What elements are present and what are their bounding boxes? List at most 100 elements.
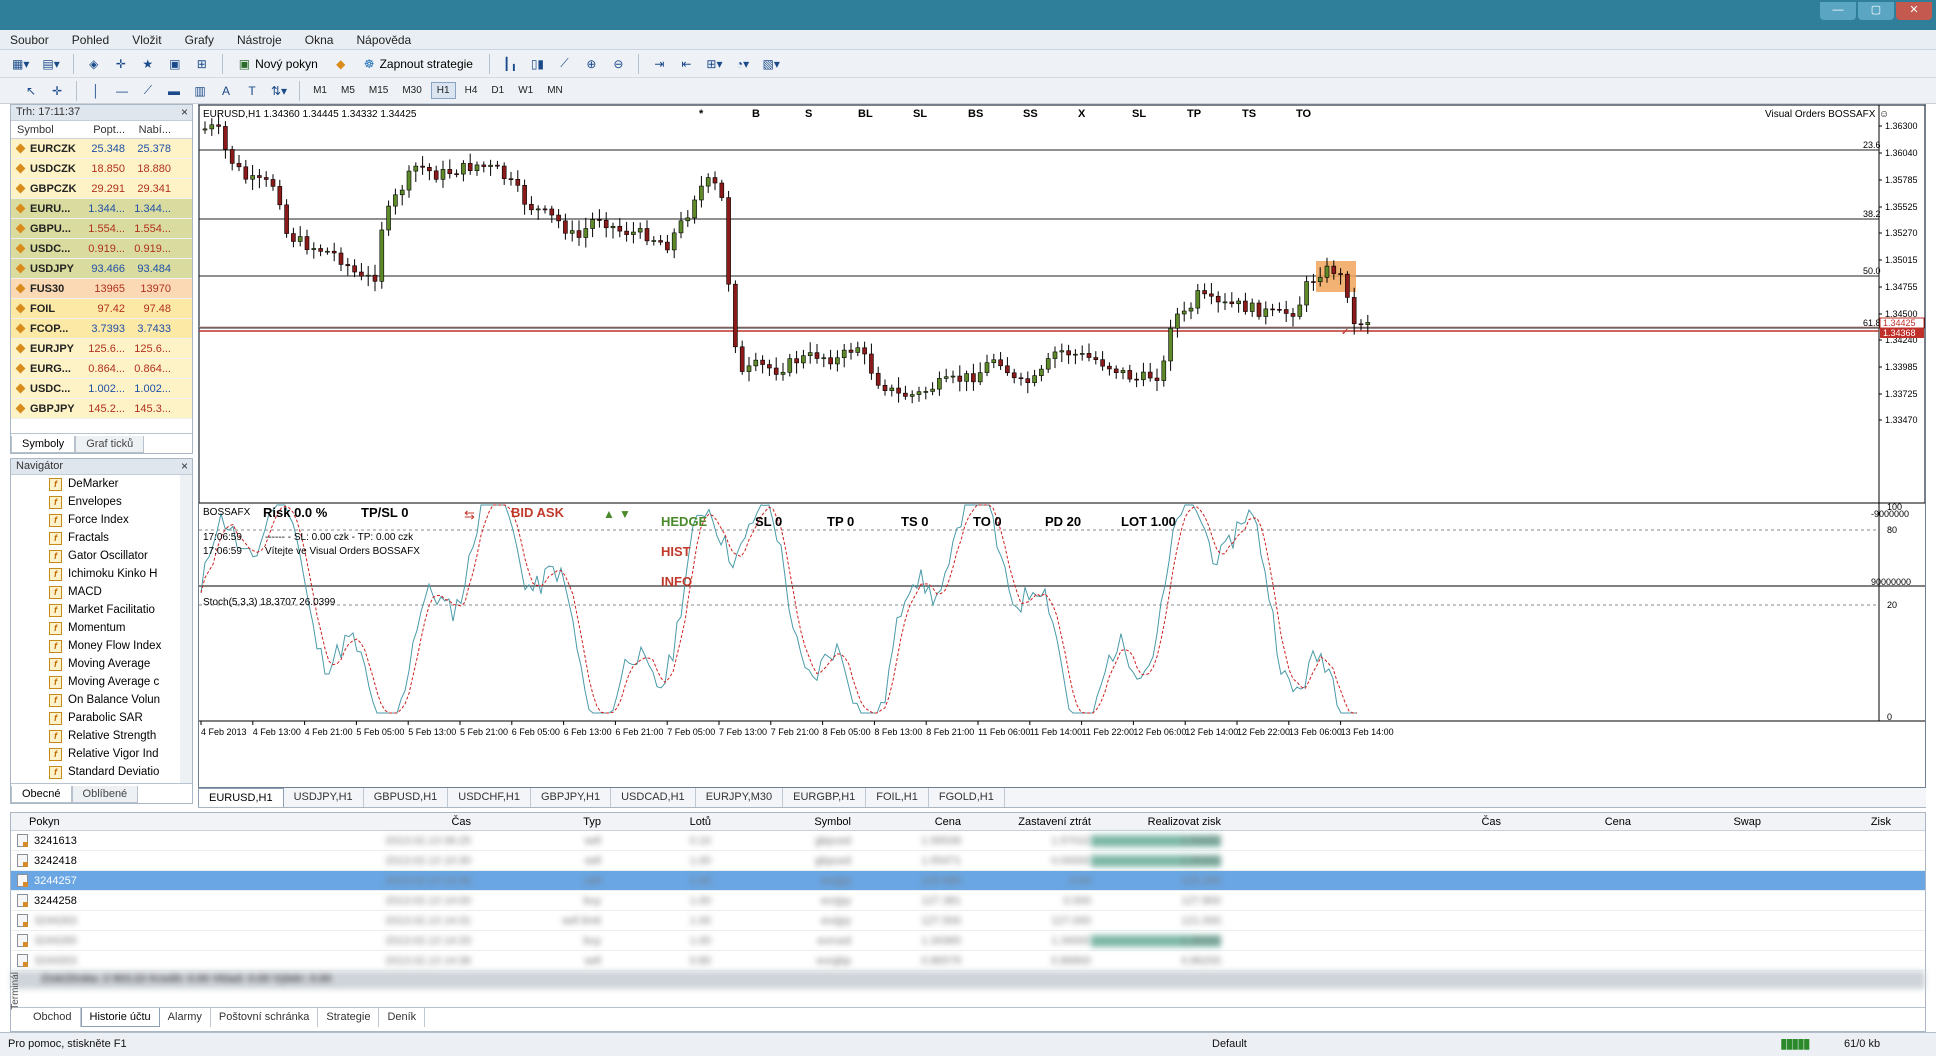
terminal-row[interactable]: 3244263 2013.02.13 14:31 sell limit 1.00 eur… bbox=[11, 911, 1925, 931]
chart-tab[interactable]: EURGBP,H1 bbox=[783, 788, 867, 807]
tf-m1[interactable]: M1 bbox=[308, 83, 332, 98]
cursor-icon[interactable]: ↖ bbox=[20, 80, 42, 102]
chart-tab[interactable]: GBPUSD,H1 bbox=[364, 788, 449, 807]
to-value[interactable]: TO 0 bbox=[973, 514, 1002, 529]
terminal-row[interactable]: 3244265 2013.02.13 14:33 buy 1.00 eurusd 1.34… bbox=[11, 931, 1925, 951]
switch-icon[interactable]: ⇆ bbox=[464, 507, 475, 523]
market-watch-row[interactable]: USDJPY 93.466 93.484 bbox=[11, 259, 192, 279]
data-window-icon[interactable]: ✛ bbox=[110, 53, 132, 75]
new-order-button[interactable]: ▣ Nový pokyn bbox=[232, 53, 325, 75]
terminal-tab[interactable]: Alarmy bbox=[160, 1008, 211, 1027]
metaeditor-icon[interactable]: ◆ bbox=[330, 53, 352, 75]
order-panel-button[interactable]: TP bbox=[1187, 108, 1203, 120]
navigator-indicator-item[interactable]: f On Balance Volun bbox=[11, 691, 180, 709]
tab-symbols[interactable]: Symboly bbox=[11, 436, 76, 453]
market-watch-row[interactable]: FCOP... 3.7393 3.7433 bbox=[11, 319, 192, 339]
periods-icon[interactable]: ◔▾ bbox=[732, 53, 754, 75]
terminal-tab[interactable]: Historie účtu bbox=[80, 1008, 160, 1027]
profiles-icon[interactable]: ▤▾ bbox=[38, 53, 63, 75]
chart-tab[interactable]: EURJPY,M30 bbox=[696, 788, 784, 807]
menu-view[interactable]: Pohled bbox=[62, 30, 119, 50]
col-order[interactable]: Pokyn bbox=[11, 816, 171, 828]
tf-d1[interactable]: D1 bbox=[486, 83, 509, 98]
arrow-down-icon[interactable]: ▼ bbox=[619, 507, 631, 521]
market-watch-row[interactable]: EURJPY 125.6... 125.6... bbox=[11, 339, 192, 359]
tf-w1[interactable]: W1 bbox=[513, 83, 538, 98]
tab-general[interactable]: Obecné bbox=[11, 786, 72, 803]
market-watch-row[interactable]: EURCZK 25.348 25.378 bbox=[11, 139, 192, 159]
fibonacci-icon[interactable]: ▥ bbox=[189, 80, 211, 102]
market-watch-row[interactable]: EURG... 0.864... 0.864... bbox=[11, 359, 192, 379]
chart-tab[interactable]: USDCHF,H1 bbox=[448, 788, 531, 807]
menu-help[interactable]: Nápověda bbox=[347, 30, 422, 50]
order-panel-button[interactable]: SL bbox=[1132, 108, 1148, 120]
ts-value[interactable]: TS 0 bbox=[901, 514, 928, 529]
navigator-icon[interactable]: ★ bbox=[137, 53, 159, 75]
candles-icon[interactable]: ▯▮ bbox=[526, 53, 548, 75]
hedge-button[interactable]: HEDGE bbox=[661, 514, 707, 529]
market-watch-row[interactable]: GBPU... 1.554... 1.554... bbox=[11, 219, 192, 239]
indicators-icon[interactable]: ⊞▾ bbox=[702, 53, 726, 75]
navigator-indicator-item[interactable]: f Money Flow Index bbox=[11, 637, 180, 655]
navigator-indicator-item[interactable]: f Parabolic SAR bbox=[11, 709, 180, 727]
autoscroll-icon[interactable]: ⇥ bbox=[648, 53, 670, 75]
text-icon[interactable]: A bbox=[215, 80, 237, 102]
bid-ask-button[interactable]: BID ASK bbox=[511, 505, 564, 520]
col-sl[interactable]: Zastavení ztrát bbox=[961, 816, 1091, 828]
pd-value[interactable]: PD 20 bbox=[1045, 514, 1081, 529]
col-time[interactable]: Čas bbox=[171, 816, 471, 828]
order-panel-button[interactable]: TO bbox=[1296, 108, 1312, 120]
order-panel-button[interactable]: * bbox=[699, 108, 715, 120]
market-watch-row[interactable]: FOIL 97.42 97.48 bbox=[11, 299, 192, 319]
lot-value[interactable]: LOT 1.00 bbox=[1121, 514, 1176, 529]
tf-h4[interactable]: H4 bbox=[460, 83, 483, 98]
terminal-row[interactable]: 3241613 2013.02.13 06:25 sell 0.10 gbpusd 1.5… bbox=[11, 831, 1925, 851]
terminal-icon[interactable]: ▣ bbox=[164, 53, 186, 75]
chart-shift-icon[interactable]: ⇤ bbox=[675, 53, 697, 75]
navigator-indicator-item[interactable]: f Moving Average c bbox=[11, 673, 180, 691]
col-price[interactable]: Cena bbox=[851, 816, 961, 828]
market-watch-row[interactable]: FUS30 13965 13970 bbox=[11, 279, 192, 299]
chart-tab[interactable]: GBPJPY,H1 bbox=[531, 788, 612, 807]
order-panel-button[interactable]: X bbox=[1078, 108, 1094, 120]
tf-h1[interactable]: H1 bbox=[430, 82, 456, 99]
line-chart-icon[interactable]: ⟋ bbox=[553, 53, 575, 75]
terminal-tab[interactable]: Poštovní schránka bbox=[211, 1008, 319, 1027]
col-tp[interactable]: Realizovat zisk bbox=[1091, 816, 1221, 828]
terminal-tab[interactable]: Deník bbox=[379, 1008, 426, 1027]
maximize-button[interactable]: ▢ bbox=[1858, 2, 1894, 20]
navigator-indicator-item[interactable]: f Relative Vigor Ind bbox=[11, 745, 180, 763]
navigator-indicator-item[interactable]: f Gator Oscillator bbox=[11, 547, 180, 565]
market-watch-icon[interactable]: ◈ bbox=[83, 53, 105, 75]
navigator-indicator-item[interactable]: f Envelopes bbox=[11, 493, 180, 511]
navigator-indicator-item[interactable]: f Standard Deviatio bbox=[11, 763, 180, 781]
chart-window[interactable]: 1.36300 1.36040 1.35785 1.35525 1.35270 1.350… bbox=[198, 104, 1926, 788]
market-watch-row[interactable]: USDCZK 18.850 18.880 bbox=[11, 159, 192, 179]
chart-canvas[interactable]: 1.36300 1.36040 1.35785 1.35525 1.35270 1.350… bbox=[199, 105, 1925, 787]
menu-tools[interactable]: Nástroje bbox=[227, 30, 292, 50]
label-icon[interactable]: T bbox=[241, 80, 263, 102]
market-watch-row[interactable]: USDC... 0.919... 0.919... bbox=[11, 239, 192, 259]
terminal-tab[interactable]: Obchod bbox=[25, 1008, 81, 1027]
col-swap[interactable]: Swap bbox=[1631, 816, 1761, 828]
navigator-indicator-item[interactable]: f Force Index bbox=[11, 511, 180, 529]
order-panel-button[interactable]: TS bbox=[1242, 108, 1258, 120]
new-chart-icon[interactable]: ▦▾ bbox=[8, 53, 33, 75]
order-panel-button[interactable]: SL bbox=[913, 108, 929, 120]
arrows-icon[interactable]: ⇅▾ bbox=[267, 80, 291, 102]
tab-favorites[interactable]: Oblíbené bbox=[71, 786, 139, 803]
col-profit[interactable]: Zisk bbox=[1761, 816, 1891, 828]
zoom-out-icon[interactable]: ⊖ bbox=[607, 53, 629, 75]
navigator-indicator-item[interactable]: f Market Facilitatio bbox=[11, 601, 180, 619]
market-watch-row[interactable]: USDC... 1.002... 1.002... bbox=[11, 379, 192, 399]
chart-tab[interactable]: EURUSD,H1 bbox=[198, 788, 284, 807]
terminal-tab[interactable]: Strategie bbox=[318, 1008, 380, 1027]
col-symbol[interactable]: Symbol bbox=[711, 816, 851, 828]
terminal-row[interactable]: 3244303 2013.02.13 14:36 sell 0.80 eurgbp 0.8… bbox=[11, 951, 1925, 971]
order-panel-button[interactable]: BS bbox=[968, 108, 984, 120]
channel-icon[interactable]: ▬ bbox=[163, 80, 185, 102]
order-panel-button[interactable]: BL bbox=[858, 108, 874, 120]
menu-file[interactable]: Soubor bbox=[0, 30, 59, 50]
terminal-row[interactable]: 3244258 2013.02.13 14:00 buy 1.00 eurjpy 127.… bbox=[11, 891, 1925, 911]
tf-m30[interactable]: M30 bbox=[397, 83, 426, 98]
